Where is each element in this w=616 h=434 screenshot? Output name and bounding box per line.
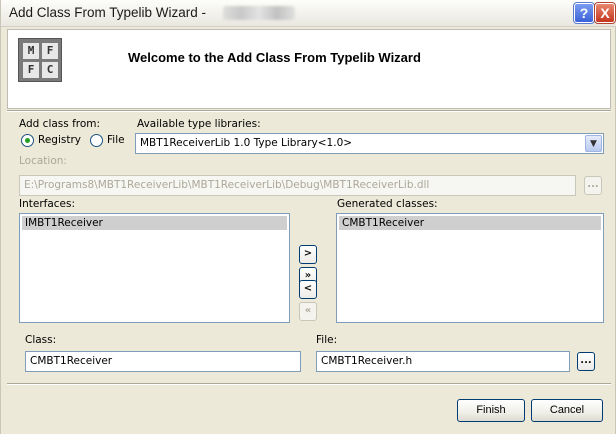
location-browse-button[interactable]: ... — [584, 176, 602, 195]
type-library-select[interactable]: MBT1ReceiverLib 1.0 Type Library<1.0> ▼ — [135, 133, 604, 154]
logo-letter: M — [23, 43, 39, 59]
header-separator — [7, 110, 611, 112]
interfaces-label: Interfaces: — [19, 198, 76, 210]
file-radio-label[interactable]: File — [107, 134, 125, 146]
remove-one-button[interactable]: < — [299, 280, 317, 299]
help-button[interactable]: ? — [573, 2, 595, 24]
wizard-window: Add Class From Typelib Wizard - ? X M F … — [0, 0, 616, 434]
mfc-logo-icon: M F F C — [18, 38, 62, 82]
location-field[interactable]: E:\Programs8\MBT1ReceiverLib\MBT1Receive… — [19, 175, 576, 196]
file-browse-button[interactable]: ... — [577, 352, 595, 371]
class-name-field[interactable]: CMBT1Receiver — [25, 351, 301, 372]
generated-classes-label: Generated classes: — [337, 198, 438, 210]
class-label: Class: — [25, 334, 57, 346]
generated-classes-list[interactable]: CMBT1Receiver — [336, 213, 604, 323]
add-class-from-label: Add class from: — [19, 118, 101, 130]
registry-radio[interactable] — [21, 134, 34, 147]
type-library-value: MBT1ReceiverLib 1.0 Type Library<1.0> — [140, 137, 353, 149]
add-one-button[interactable]: > — [299, 245, 317, 264]
location-value: E:\Programs8\MBT1ReceiverLib\MBT1Receive… — [24, 179, 430, 191]
logo-letter: C — [42, 62, 58, 78]
window-title: Add Class From Typelib Wizard - — [9, 5, 207, 20]
available-libs-label: Available type libraries: — [137, 118, 261, 130]
class-name-value: CMBT1Receiver — [30, 355, 113, 367]
logo-letter: F — [23, 62, 39, 78]
list-item[interactable]: CMBT1Receiver — [339, 216, 601, 230]
title-bar: Add Class From Typelib Wizard - ? X — [1, 0, 616, 27]
file-name-field[interactable]: CMBT1Receiver.h — [316, 351, 570, 372]
registry-radio-label[interactable]: Registry — [38, 134, 81, 146]
welcome-heading: Welcome to the Add Class From Typelib Wi… — [128, 50, 421, 65]
finish-button[interactable]: Finish — [457, 399, 525, 422]
close-button[interactable]: X — [594, 2, 616, 24]
chevron-down-icon[interactable]: ▼ — [585, 135, 602, 152]
file-name-value: CMBT1Receiver.h — [321, 355, 413, 367]
footer-separator — [7, 383, 611, 385]
wizard-header: M F F C Welcome to the Add Class From Ty… — [7, 29, 611, 109]
list-item[interactable]: IMBT1Receiver — [22, 216, 287, 230]
cancel-button[interactable]: Cancel — [531, 399, 603, 422]
logo-letter: F — [42, 43, 58, 59]
file-radio[interactable] — [90, 134, 103, 147]
location-label: Location: — [19, 155, 67, 167]
redacted-title-suffix — [223, 6, 295, 20]
file-label: File: — [316, 334, 338, 346]
interfaces-list[interactable]: IMBT1Receiver — [19, 213, 290, 323]
remove-all-button[interactable]: « — [299, 302, 317, 321]
